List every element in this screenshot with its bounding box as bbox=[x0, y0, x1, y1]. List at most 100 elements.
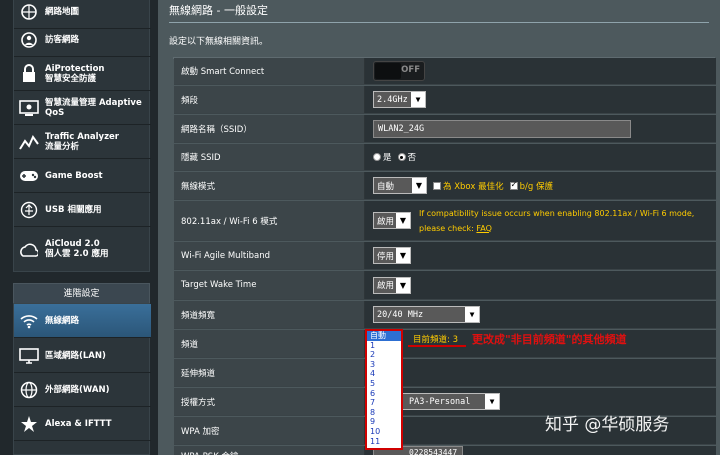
current-channel-label: 目前頻道: 3 bbox=[413, 335, 458, 345]
qos-icon bbox=[18, 97, 40, 119]
bandwidth-select[interactable]: 20/40 MHz ▼ bbox=[373, 306, 480, 323]
sidebar-item-label: Game Boost bbox=[45, 170, 103, 181]
sidebar-advanced-menu: 無線網路 區域網路(LAN) 外部網路(WAN) Alexa & IFTTT bbox=[13, 303, 151, 455]
sidebar-item-lan[interactable]: 區域網路(LAN) bbox=[14, 339, 151, 373]
chevron-down-icon: ▼ bbox=[465, 307, 479, 322]
smart-connect-toggle[interactable]: OFF bbox=[373, 61, 425, 81]
wifi6-note-line1: If compatibility issue occurs when enabl… bbox=[419, 208, 695, 218]
row-band: 頻段 2.4GHz ▼ bbox=[174, 86, 716, 114]
wifi6-compat-note: If compatibility issue occurs when enabl… bbox=[419, 206, 694, 236]
row-label: 授權方式 bbox=[174, 388, 365, 415]
sidebar-item-label: 外部網路(WAN) bbox=[45, 384, 110, 395]
bg-protection-checkbox[interactable] bbox=[509, 180, 518, 190]
row-bandwidth: 頻道頻寬 20/40 MHz ▼ bbox=[174, 301, 716, 329]
lan-icon bbox=[18, 345, 40, 367]
sidebar-item-label: 無線網路 bbox=[45, 315, 80, 326]
ssid-input[interactable]: WLAN2_24G bbox=[373, 119, 631, 138]
sidebar-item-label: 區域網路(LAN) bbox=[45, 350, 106, 361]
wan-icon bbox=[18, 379, 40, 401]
sidebar-item-adaptive-qos[interactable]: 智慧流量管理 Adaptive QoS bbox=[14, 91, 151, 125]
radio-dot bbox=[373, 153, 381, 161]
chevron-down-icon: ▼ bbox=[412, 178, 426, 193]
wifi6-mode-value: 啟用 bbox=[377, 216, 395, 227]
row-label: Wi-Fi Agile Multiband bbox=[174, 242, 365, 269]
channel-option[interactable]: 2 bbox=[367, 350, 401, 360]
sidebar-item-aicloud[interactable]: AiCloud 2.0 個人雲 2.0 應用 bbox=[14, 227, 151, 271]
chevron-down-icon: ▼ bbox=[396, 213, 410, 228]
sidebar-general-menu: 網路地圖 訪客網路 AiProtection 智慧安全防護 智慧流量管理 Ada… bbox=[13, 0, 151, 272]
wireless-mode-select[interactable]: 自動 ▼ bbox=[373, 177, 427, 194]
channel-option[interactable]: 7 bbox=[367, 398, 401, 408]
channel-option[interactable]: 5 bbox=[367, 379, 401, 389]
row-label: Target Wake Time bbox=[174, 271, 365, 299]
band-select[interactable]: 2.4GHz ▼ bbox=[373, 91, 426, 108]
bandwidth-value: 20/40 MHz bbox=[377, 309, 424, 320]
radio-label: 否 bbox=[407, 153, 417, 163]
channel-option[interactable]: 3 bbox=[367, 360, 401, 370]
channel-option[interactable]: 10 bbox=[367, 427, 401, 437]
alexa-icon bbox=[18, 413, 40, 435]
row-label: 延伸頻道 bbox=[174, 359, 365, 386]
wireless-settings-form: 啟動 Smart Connect OFF 頻段 2.4GHz ▼ 網路名稱（SS… bbox=[173, 57, 716, 455]
sidebar-item-aiprotection[interactable]: AiProtection 智慧安全防護 bbox=[14, 57, 151, 91]
row-extension-channel: 延伸頻道 bbox=[174, 359, 716, 387]
faq-link[interactable]: FAQ bbox=[476, 224, 492, 233]
channel-option[interactable]: 6 bbox=[367, 389, 401, 399]
hide-ssid-yes-radio[interactable]: 是 bbox=[373, 151, 392, 163]
chevron-down-icon: ▼ bbox=[396, 248, 410, 263]
sidebar-item-traffic-analyzer[interactable]: Traffic Analyzer 流量分析 bbox=[14, 125, 151, 159]
sidebar-item-guest-network[interactable]: 訪客網路 bbox=[14, 23, 151, 57]
row-label: WPA 加密 bbox=[174, 417, 365, 444]
note-prefix: please check: bbox=[419, 223, 477, 233]
sidebar-item-game-boost[interactable]: Game Boost bbox=[14, 159, 151, 193]
row-label: 頻段 bbox=[174, 86, 365, 113]
sidebar-item-wireless[interactable]: 無線網路 bbox=[14, 304, 151, 338]
bg-protection-label: b/g 保護 bbox=[519, 181, 553, 192]
row-label: 頻道 bbox=[174, 330, 365, 357]
traffic-analyzer-icon bbox=[18, 131, 40, 153]
sidebar-item-alexa-ifttt[interactable]: Alexa & IFTTT bbox=[14, 407, 151, 441]
main-panel: 無線網路 - 一般設定 設定以下無線相關資訊。 啟動 Smart Connect… bbox=[158, 0, 720, 455]
wireless-mode-value: 自動 bbox=[377, 181, 395, 192]
sidebar-item-label: 智慧流量管理 Adaptive QoS bbox=[45, 97, 142, 118]
sidebar-item-label: Alexa & IFTTT bbox=[45, 418, 112, 429]
wifi6-mode-select[interactable]: 啟用 ▼ bbox=[373, 212, 411, 229]
page-description: 設定以下無線相關資訊。 bbox=[169, 37, 269, 47]
channel-dropdown-list[interactable]: 自動 1 2 3 4 5 6 7 8 9 10 11 bbox=[365, 329, 403, 450]
row-label: 無線模式 bbox=[174, 172, 365, 199]
twt-select[interactable]: 啟用 ▼ bbox=[373, 276, 411, 294]
wireless-icon bbox=[18, 310, 40, 332]
toggle-knob bbox=[375, 63, 401, 79]
channel-option[interactable]: 自動 bbox=[367, 331, 401, 341]
xbox-optimize-label: 為 Xbox 最佳化 bbox=[443, 181, 504, 192]
sidebar-item-wan[interactable]: 外部網路(WAN) bbox=[14, 373, 151, 407]
row-hide-ssid: 隱藏 SSID 是 否 bbox=[174, 144, 716, 171]
channel-option[interactable]: 9 bbox=[367, 417, 401, 427]
watermark: 知乎 @华硕服务 bbox=[545, 415, 670, 435]
sidebar-item-usb[interactable]: USB 相關應用 bbox=[14, 193, 151, 227]
channel-option[interactable]: 8 bbox=[367, 408, 401, 418]
sidebar-item-label: AiCloud 2.0 個人雲 2.0 應用 bbox=[45, 239, 109, 259]
channel-option[interactable]: 1 bbox=[367, 341, 401, 351]
aicloud-icon bbox=[18, 238, 40, 260]
twt-value: 啟用 bbox=[377, 281, 395, 291]
agile-multiband-select[interactable]: 停用 ▼ bbox=[373, 247, 411, 264]
guest-network-icon bbox=[18, 29, 40, 51]
xbox-optimize-checkbox[interactable] bbox=[433, 181, 441, 190]
network-map-icon bbox=[18, 1, 40, 23]
sidebar-item-label: USB 相關應用 bbox=[45, 204, 102, 215]
chevron-down-icon: ▼ bbox=[396, 277, 410, 293]
aiprotection-icon bbox=[18, 63, 40, 85]
row-label: 頻道頻寬 bbox=[174, 301, 365, 328]
band-value: 2.4GHz bbox=[377, 94, 408, 105]
usb-icon bbox=[18, 199, 40, 221]
hide-ssid-no-radio[interactable]: 否 bbox=[397, 151, 417, 163]
row-label: 802.11ax / Wi-Fi 6 模式 bbox=[174, 201, 365, 240]
channel-option[interactable]: 4 bbox=[367, 369, 401, 379]
title-divider bbox=[169, 22, 709, 23]
row-wireless-mode: 無線模式 自動 ▼ 為 Xbox 最佳化 b/g 保護 bbox=[174, 172, 716, 200]
row-agile-multiband: Wi-Fi Agile Multiband 停用 ▼ bbox=[174, 242, 716, 270]
chevron-down-icon: ▼ bbox=[485, 394, 499, 409]
channel-option[interactable]: 11 bbox=[367, 437, 401, 447]
row-label: 網路名稱（SSID） bbox=[174, 115, 365, 142]
